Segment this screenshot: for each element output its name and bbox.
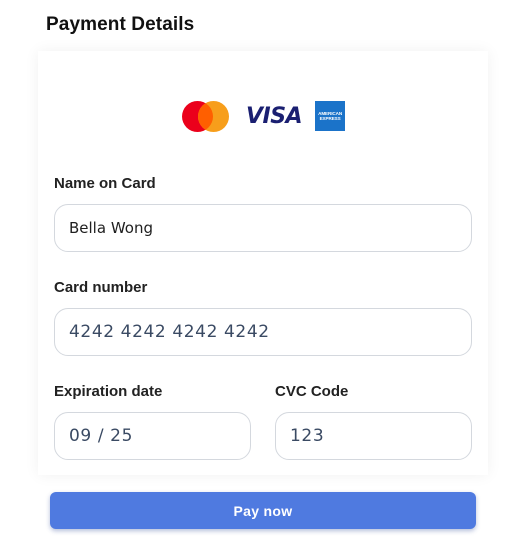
payment-card-form: VISA AMERICAN EXPRESS Name on Card Bella…	[38, 51, 488, 475]
mastercard-logo-icon	[181, 99, 231, 133]
name-on-card-value: Bella Wong	[69, 219, 153, 237]
pay-now-button[interactable]: Pay now	[50, 492, 476, 529]
cvc-code-input[interactable]: 123	[275, 412, 472, 460]
expiration-date-value: 09 / 25	[69, 426, 133, 446]
name-on-card-label: Name on Card	[54, 175, 156, 192]
card-number-label: Card number	[54, 279, 148, 296]
card-number-value: 4242 4242 4242 4242	[69, 322, 270, 342]
cvc-code-label: CVC Code	[275, 383, 349, 400]
card-brand-logos: VISA AMERICAN EXPRESS	[181, 99, 346, 133]
amex-logo-icon: AMERICAN EXPRESS	[315, 101, 346, 131]
cvc-code-value: 123	[290, 426, 325, 446]
page-title: Payment Details	[46, 14, 195, 35]
visa-logo-icon: VISA	[246, 103, 303, 129]
expiration-date-input[interactable]: 09 / 25	[54, 412, 251, 460]
expiration-date-label: Expiration date	[54, 383, 163, 400]
card-number-input[interactable]: 4242 4242 4242 4242	[54, 308, 472, 356]
name-on-card-input[interactable]: Bella Wong	[54, 204, 472, 252]
